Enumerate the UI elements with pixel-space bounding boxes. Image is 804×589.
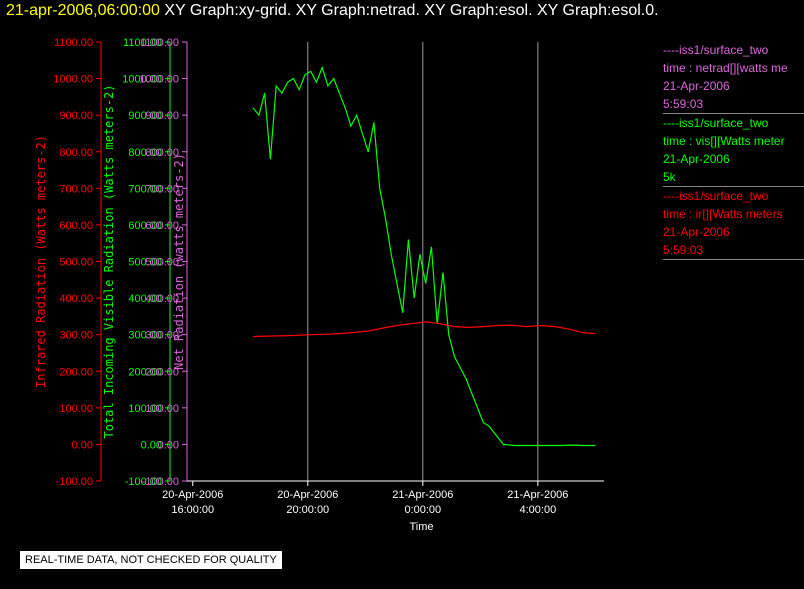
x-tick-label-date: 20-Apr-2006 <box>277 489 338 501</box>
y-tick-label: 500.00 <box>59 257 93 269</box>
y-tick-label: 900.00 <box>145 110 179 122</box>
y-tick-label: 300.00 <box>59 330 93 342</box>
legend-separator <box>663 259 804 260</box>
legend-entry: ----iss1/surface_twotime : netrad[][watt… <box>663 41 804 113</box>
x-tick-label-time: 0:00:00 <box>404 504 441 516</box>
legend-series: ----iss1/surface_two <box>663 116 769 130</box>
x-tick-label-date: 21-Apr-2006 <box>507 489 568 501</box>
y-tick-label: 1100.00 <box>54 37 93 49</box>
y-tick-label: 1100.00 <box>140 37 179 49</box>
legend-date: 21-Apr-2006 <box>663 152 730 166</box>
legend-series: ----iss1/surface_two <box>663 43 769 57</box>
net-axis-label: Net Radiation (watts meters-2) <box>172 153 186 370</box>
y-tick-label: 700.00 <box>59 183 93 195</box>
vis-axis-label: Total Incoming Visible Radiation (Watts … <box>102 84 116 438</box>
x-tick-label-time: 20:00:00 <box>286 504 329 516</box>
legend-entry: ----iss1/surface_twotime : ir[][Watts me… <box>663 187 804 259</box>
x-tick-label-time: 16:00:00 <box>171 504 214 516</box>
y-tick-label: 100.00 <box>59 403 93 415</box>
legend-entry: ----iss1/surface_twotime : vis[][Watts m… <box>663 114 804 186</box>
y-tick-label: 0.00 <box>158 439 179 451</box>
legend-time: 5:59:03 <box>663 97 704 111</box>
y-tick-label: 600.00 <box>59 220 93 232</box>
quality-notice: REAL-TIME DATA, NOT CHECKED FOR QUALITY <box>20 551 282 569</box>
y-tick-label: 400.00 <box>59 293 93 305</box>
y-tick-label: 0.00 <box>72 439 93 451</box>
legend-time: 5:59:03 <box>663 243 704 257</box>
tick-labels: 1100.00 1000.00 900.00 800.00 700.00 600.00 50… <box>34 37 568 533</box>
legend-date: 21-Apr-2006 <box>663 79 730 93</box>
legend-time: 5k <box>663 170 676 184</box>
data-series <box>252 65 596 447</box>
y-tick-label: 200.00 <box>59 366 93 378</box>
legend-date: 21-Apr-2006 <box>663 225 730 239</box>
y-tick-label: 100.00 <box>145 403 179 415</box>
series-ir <box>253 321 596 338</box>
legend-var: time : vis[][Watts meter <box>663 134 785 148</box>
x-tick-label-date: 21-Apr-2006 <box>392 489 453 501</box>
ir-axis-label: Infrared Radiation (Watts meters-2) <box>34 135 48 388</box>
series-vis <box>252 65 596 447</box>
legend-var: time : netrad[][watts me <box>663 61 788 75</box>
legend: ----iss1/surface_twotime : netrad[][watt… <box>663 41 804 260</box>
legend-var: time : ir[][Watts meters <box>663 207 783 221</box>
grid-lines <box>307 42 539 481</box>
legend-series: ----iss1/surface_two <box>663 189 769 203</box>
x-tick-label-date: 20-Apr-2006 <box>162 489 223 501</box>
y-tick-label: 1000.00 <box>53 74 93 86</box>
y-tick-label: 800.00 <box>59 147 93 159</box>
y-tick-label: -100.00 <box>142 476 179 488</box>
y-tick-label: 1000.00 <box>139 74 179 86</box>
y-tick-label: 900.00 <box>59 110 93 122</box>
x-axis-label: Time <box>409 521 433 533</box>
x-tick-label-time: 4:00:00 <box>520 504 557 516</box>
y-tick-label: -100.00 <box>56 476 93 488</box>
